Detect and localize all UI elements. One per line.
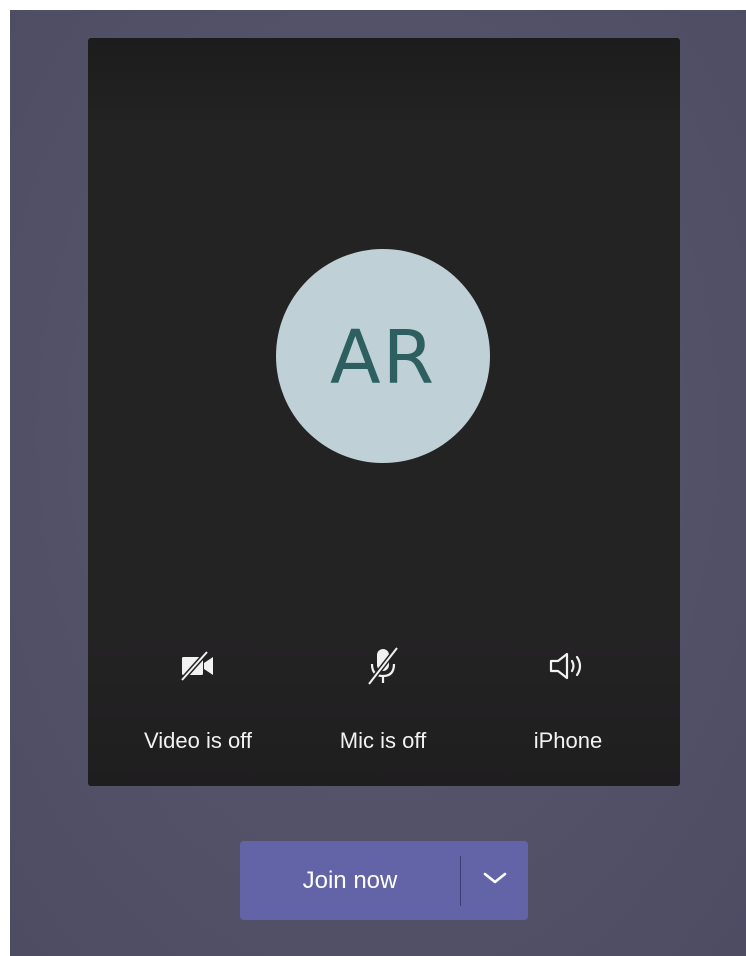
- join-options-button[interactable]: [461, 841, 528, 920]
- audio-device-label: iPhone: [533, 728, 603, 753]
- mic-status-label: Mic is off: [339, 728, 427, 753]
- audio-device-button[interactable]: iPhone: [488, 646, 648, 756]
- speaker-icon: [548, 646, 588, 686]
- join-now-button[interactable]: Join now: [240, 841, 460, 920]
- video-off-icon: [178, 646, 218, 686]
- mic-toggle-button[interactable]: Mic is off: [303, 646, 463, 756]
- chevron-down-icon: [482, 870, 508, 891]
- prejoin-screen: AR Video is off Mic is off iPhone Join n…: [10, 10, 746, 956]
- video-toggle-button[interactable]: Video is off: [118, 646, 278, 756]
- mic-off-icon: [363, 646, 403, 686]
- avatar: AR: [276, 249, 490, 463]
- avatar-initials: AR: [329, 315, 437, 401]
- video-preview: AR Video is off Mic is off iPhone: [88, 38, 680, 786]
- join-button-group: Join now: [240, 841, 528, 920]
- video-status-label: Video is off: [143, 728, 253, 753]
